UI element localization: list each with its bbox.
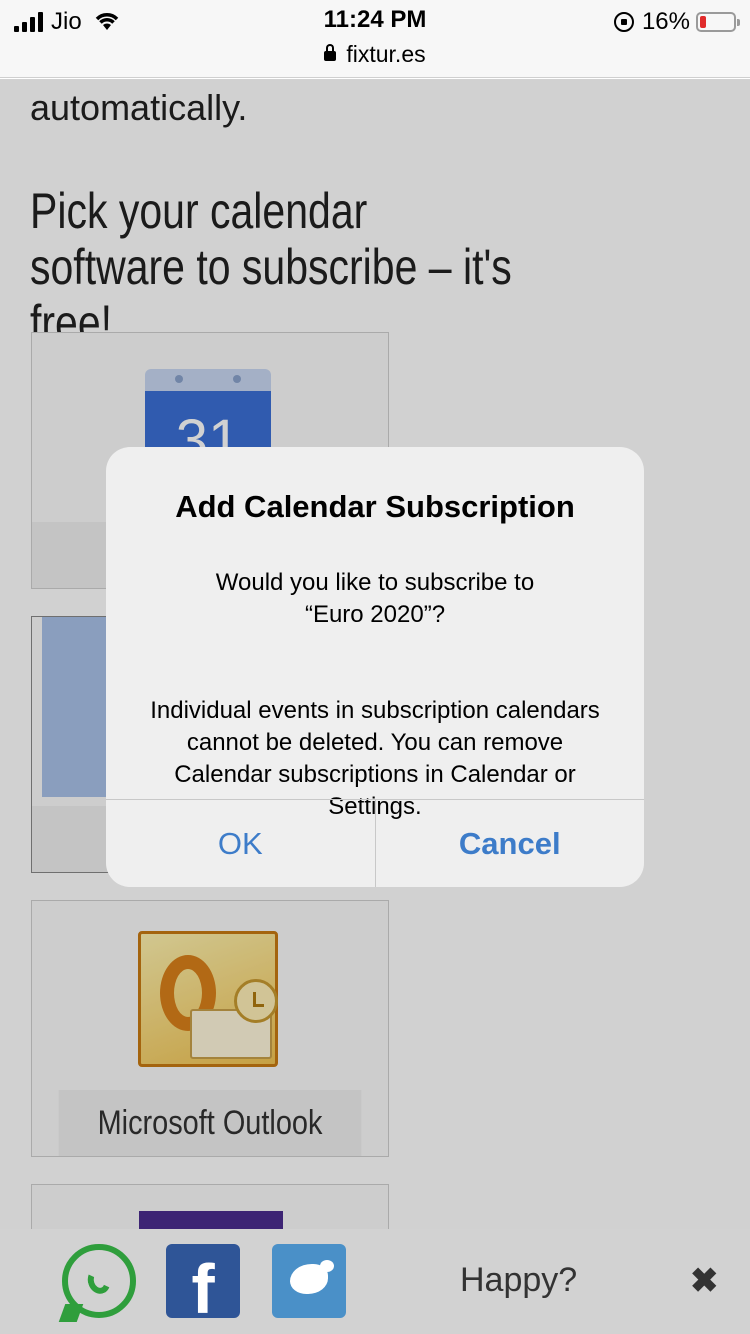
alert-buttons: OK Cancel [106,799,644,887]
happy-prompt: Happy? [460,1261,578,1299]
battery-icon [696,12,740,32]
share-bar: f Happy? ✖ [0,1229,750,1334]
lock-icon [324,44,337,61]
ok-button[interactable]: OK [106,800,376,887]
facebook-icon[interactable]: f [166,1244,240,1318]
twitter-icon[interactable] [272,1244,346,1318]
alert-title: Add Calendar Subscription [175,489,575,524]
cancel-button[interactable]: Cancel [376,800,645,887]
status-right: 16% [613,8,740,36]
url-text: fixtur.es [346,41,426,67]
subscription-alert: Add Calendar Subscription Would you like… [106,447,644,887]
status-bar: Jio 11:24 PM fixtur.es 16% [0,0,750,78]
address-bar[interactable]: fixtur.es [0,41,750,68]
whatsapp-icon[interactable] [62,1244,136,1318]
close-icon[interactable]: ✖ [690,1261,719,1301]
alert-question: Would you like to subscribe to “Euro 202… [215,569,535,628]
rotation-lock-icon [613,12,634,32]
battery-percent: 16% [641,8,690,35]
